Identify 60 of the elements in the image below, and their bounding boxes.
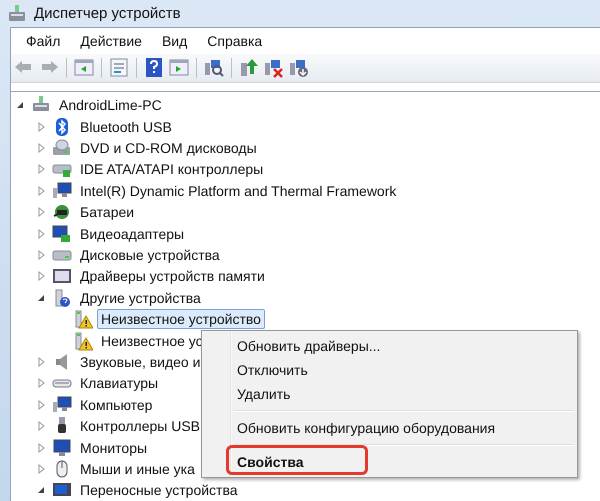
expand-arrow-icon[interactable] — [36, 421, 46, 432]
expand-arrow-icon[interactable] — [36, 143, 46, 154]
help-icon[interactable] — [143, 57, 165, 78]
tree-item[interactable]: Драйверы устройств памяти — [76, 266, 269, 286]
tree-item[interactable]: Звуковые, видео и — [76, 352, 204, 372]
tree-item[interactable]: AndroidLime-PC — [55, 95, 166, 116]
menu-option[interactable]: Отключить — [204, 358, 575, 382]
computer-icon — [6, 3, 28, 24]
menu-option[interactable]: Обновить конфигурацию оборудования — [204, 416, 575, 440]
tree-item[interactable]: Bluetooth USB — [76, 116, 176, 137]
monitor-icon — [52, 438, 72, 458]
expand-arrow-icon[interactable] — [36, 356, 46, 367]
tree-item[interactable]: Батареи — [76, 202, 138, 222]
tree-item[interactable]: Дисковые устройства — [76, 245, 224, 265]
tree-item[interactable]: Видеоадаптеры — [76, 224, 188, 244]
menu-item[interactable]: Действие — [71, 30, 151, 51]
expand-arrow-icon[interactable] — [36, 464, 46, 474]
pane-icon[interactable] — [168, 57, 190, 78]
disable-icon[interactable] — [288, 57, 310, 78]
tree-item[interactable]: Неизвестное устройство — [97, 309, 265, 330]
collapse-arrow-icon[interactable] — [36, 485, 46, 496]
menu-option[interactable]: Обновить драйверы... — [204, 334, 575, 358]
menu-option[interactable]: Свойства — [204, 450, 575, 474]
collapse-arrow-icon[interactable] — [36, 292, 46, 303]
menu-item[interactable]: Справка — [198, 30, 272, 51]
pane-icon[interactable] — [73, 57, 95, 78]
computer-monitor-icon — [52, 394, 72, 415]
update-driver-icon[interactable] — [238, 57, 260, 78]
scan-icon[interactable] — [203, 57, 225, 78]
warning-device-icon — [73, 309, 93, 330]
expand-arrow-icon[interactable] — [36, 164, 46, 174]
tree-item[interactable]: Мониторы — [76, 438, 152, 458]
expand-arrow-icon[interactable] — [36, 186, 46, 196]
expand-arrow-icon[interactable] — [36, 228, 46, 239]
menu-item[interactable]: Вид — [152, 30, 196, 51]
menu-item[interactable]: Файл — [17, 30, 70, 51]
expand-arrow-icon[interactable] — [36, 442, 46, 453]
tree-item[interactable]: Контроллеры USB — [76, 416, 204, 436]
window-title: Диспетчер устройств — [34, 4, 181, 22]
menu-option[interactable]: Удалить — [204, 382, 575, 406]
tree-item[interactable]: Мыши и иные ука — [76, 458, 199, 479]
collapse-arrow-icon[interactable] — [15, 100, 25, 110]
properties-icon[interactable] — [108, 57, 130, 78]
tree-item[interactable]: IDE ATA/ATAPI контроллеры — [76, 159, 268, 180]
expand-arrow-icon[interactable] — [36, 207, 46, 218]
expand-arrow-icon[interactable] — [36, 122, 46, 132]
display-adapter-icon — [52, 224, 72, 244]
tree-item[interactable]: Intel(R) Dynamic Platform and Thermal Framework — [76, 180, 400, 201]
tree-item[interactable]: DVD и CD-ROM дисководы — [76, 138, 261, 158]
tree-item[interactable]: Компьютер — [76, 394, 156, 415]
expand-arrow-icon[interactable] — [36, 250, 46, 260]
tree-item[interactable]: Клавиатуры — [76, 373, 162, 394]
tree-item[interactable]: Другие устройства — [76, 288, 205, 308]
expand-arrow-icon[interactable] — [36, 378, 46, 388]
uninstall-icon[interactable] — [263, 57, 285, 78]
tree-item[interactable]: Переносные устройства — [76, 480, 242, 500]
monitor-icon — [52, 180, 72, 201]
expand-arrow-icon[interactable] — [36, 271, 46, 282]
warning-device-icon — [73, 330, 93, 351]
expand-arrow-icon[interactable] — [36, 400, 46, 410]
